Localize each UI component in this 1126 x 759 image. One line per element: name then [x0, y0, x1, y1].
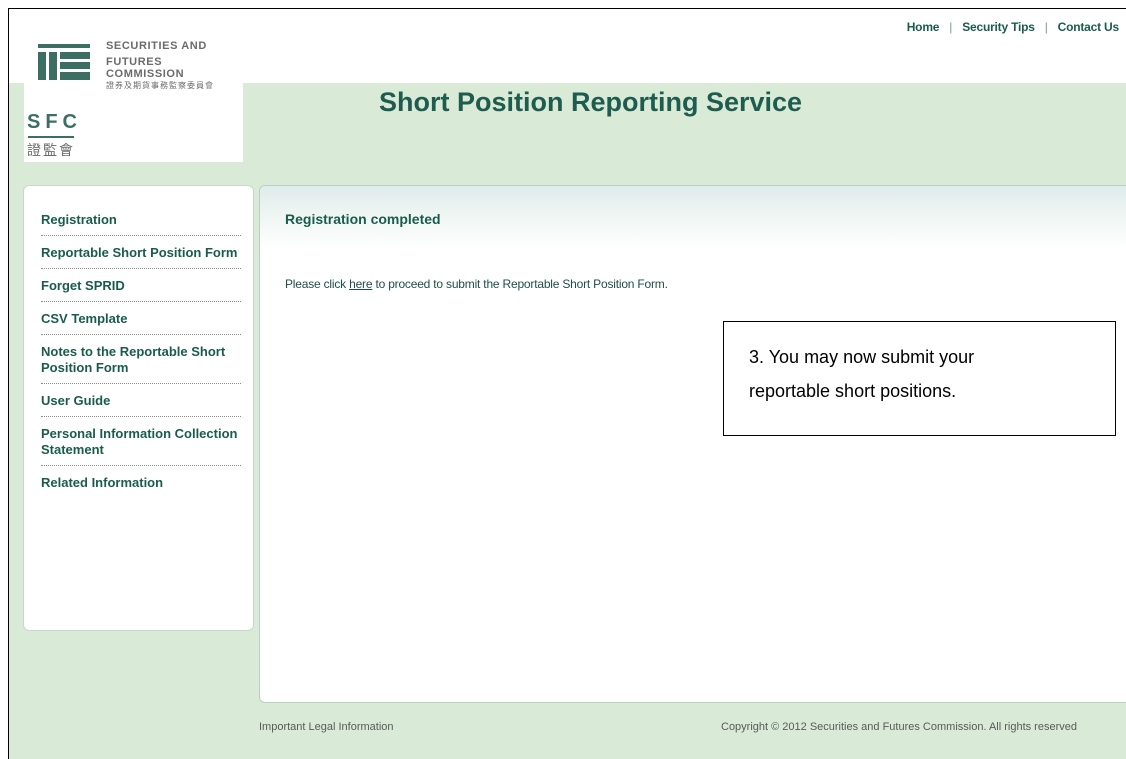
message-suffix: to proceed to submit the Reportable Shor…: [372, 277, 668, 291]
logo-text-line2: FUTURES COMMISSION: [106, 56, 185, 80]
logo-abbreviation: SFC: [27, 111, 82, 133]
page-title: Short Position Reporting Service: [379, 87, 803, 117]
here-link[interactable]: here: [349, 277, 372, 291]
instruction-callout: 3. You may now submit your reportable sh…: [723, 321, 1116, 436]
logo-chinese-name: 證券及期貨事務監察委員會: [106, 81, 214, 90]
home-link[interactable]: Home: [907, 20, 940, 34]
main-panel: Registration completed Please click here…: [259, 185, 1126, 703]
sidebar-item-user-guide[interactable]: User Guide: [41, 384, 241, 417]
logo-divider: [28, 136, 74, 138]
legal-link[interactable]: Important Legal Information: [259, 721, 394, 733]
message-prefix: Please click: [285, 277, 350, 291]
sidebar-item-forget-sprid[interactable]: Forget SPRID: [41, 269, 241, 302]
sidebar-item-notes[interactable]: Notes to the Reportable Short Position F…: [41, 335, 241, 384]
logo-chinese-abbreviation: 證監會: [27, 142, 75, 158]
callout-line1: 3. You may now submit your: [749, 347, 975, 367]
sidebar-nav: Registration Reportable Short Position F…: [23, 185, 254, 631]
sidebar-item-related-information[interactable]: Related Information: [41, 466, 241, 498]
sidebar-item-reportable-short-position-form[interactable]: Reportable Short Position Form: [41, 236, 241, 269]
logo-text-line1: SECURITIES AND: [106, 40, 207, 52]
copyright-text: Copyright © 2012 Securities and Futures …: [721, 721, 1077, 733]
completion-message: Please click here to proceed to submit t…: [285, 277, 668, 291]
page: Home | Security Tips | Contact Us SECURITIES…: [8, 8, 1126, 759]
top-links: Home | Security Tips | Contact Us: [907, 20, 1119, 34]
sfc-logo[interactable]: SECURITIES AND FUTURES COMMISSION 證券及期貨事…: [24, 24, 243, 162]
callout-line2: reportable short positions.: [749, 381, 957, 401]
sidebar-item-csv-template[interactable]: CSV Template: [41, 302, 241, 335]
security-tips-link[interactable]: Security Tips: [962, 20, 1035, 34]
sidebar-item-registration[interactable]: Registration: [41, 203, 241, 236]
panel-title: Registration completed: [285, 211, 441, 227]
separator: |: [1044, 20, 1048, 34]
separator: |: [949, 20, 953, 34]
sfc-emblem-icon: [38, 44, 90, 80]
contact-us-link[interactable]: Contact Us: [1058, 20, 1120, 34]
sidebar-item-personal-information[interactable]: Personal Information Collection Statemen…: [41, 417, 241, 466]
